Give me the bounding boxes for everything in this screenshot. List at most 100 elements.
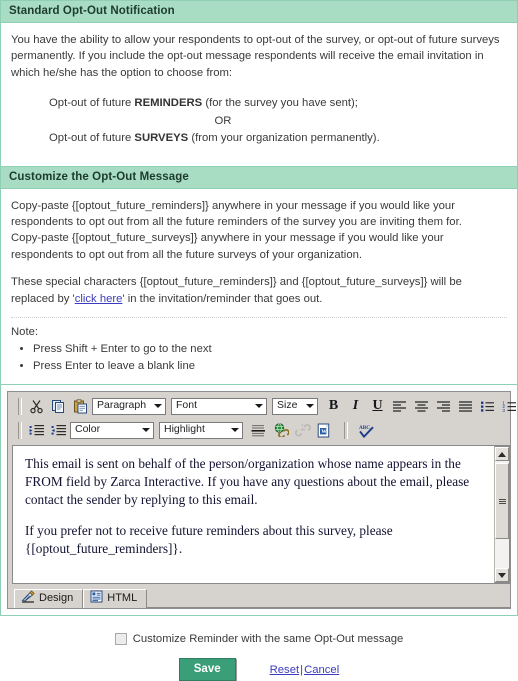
note-item: Press Enter to leave a blank line	[33, 358, 507, 374]
standard-optout-paragraph: You have the ability to allow your respo…	[11, 34, 500, 79]
option1-prefix: Opt-out of future	[49, 97, 135, 110]
bullet-list-icon[interactable]	[477, 396, 498, 416]
optout-or-divider: OR	[214, 114, 232, 127]
size-value: Size	[277, 399, 298, 412]
size-select[interactable]: Size	[272, 397, 318, 415]
chevron-down-icon	[306, 404, 314, 408]
tab-html-label: HTML	[107, 592, 138, 605]
tab-design-label: Design	[39, 592, 74, 605]
note-divider	[11, 316, 507, 318]
font-select[interactable]: Font	[171, 397, 267, 415]
copy-icon[interactable]	[48, 396, 69, 416]
font-value: Font	[176, 399, 198, 412]
editor-vertical-scrollbar[interactable]	[494, 446, 510, 583]
editor-panel-body: Paragraph Font Size B I U 1 2 3 Color Hi…	[1, 385, 517, 615]
note-item: Press Shift + Enter to go to the next	[33, 341, 507, 357]
optout-option-surveys: Opt-out of future SURVEYS (from your org…	[49, 130, 507, 148]
align-center-icon[interactable]	[411, 396, 432, 416]
standard-optout-header: Standard Opt-Out Notification	[1, 1, 517, 23]
editor-content-area[interactable]: This email is sent on behalf of the pers…	[12, 445, 510, 584]
toolbar-row-2: Color Highlight W ABC	[10, 419, 508, 441]
tab-design[interactable]: Design	[14, 589, 84, 609]
tab-html[interactable]: HTML	[83, 589, 148, 609]
design-pencil-icon	[21, 589, 35, 609]
html-document-icon	[90, 590, 103, 609]
option1-strong: REMINDERS	[134, 97, 203, 110]
editor-blank-line	[25, 509, 484, 522]
secondary-actions: Reset|Cancel	[270, 664, 340, 676]
spellcheck-icon[interactable]: ABC	[356, 420, 377, 440]
standard-optout-panel: Standard Opt-Out Notification You have t…	[0, 0, 518, 166]
scroll-track[interactable]	[495, 461, 509, 568]
cancel-link[interactable]: Cancel	[304, 664, 339, 676]
toolbar-separator	[18, 397, 22, 415]
customize-reminder-checkbox[interactable]	[114, 633, 127, 645]
paste-icon[interactable]	[70, 396, 91, 416]
indent-icon[interactable]	[26, 420, 47, 440]
editor-paragraph-2: If you prefer not to receive future remi…	[25, 522, 393, 556]
customize-optout-header: Customize the Opt-Out Message	[1, 166, 517, 189]
editor-mode-tabs: Design HTML	[8, 584, 510, 608]
highlight-color-select[interactable]: Highlight	[159, 421, 243, 439]
chevron-down-icon	[231, 428, 239, 432]
action-buttons-row: Save Reset|Cancel	[0, 658, 518, 681]
option2-prefix: Opt-out of future	[49, 132, 135, 145]
text-color-value: Color	[75, 423, 101, 436]
customize-optout-body: Copy-paste {[optout_future_reminders]} a…	[1, 189, 517, 384]
svg-text:W: W	[321, 429, 327, 435]
align-right-icon[interactable]	[433, 396, 454, 416]
paragraph-style-select[interactable]: Paragraph	[92, 397, 166, 415]
optout-option-reminders: Opt-out of future REMINDERS (for the sur…	[49, 95, 507, 113]
editor-paragraph-1: This email is sent on behalf of the pers…	[25, 456, 470, 507]
customize-reminder-row[interactable]: Customize Reminder with the same Opt-Out…	[0, 633, 518, 645]
tab-bar-filler	[147, 588, 510, 608]
customize-paragraph-2: Copy-paste {[optout_future_surveys]} any…	[11, 232, 444, 261]
customize-reminder-label: Customize Reminder with the same Opt-Out…	[132, 633, 404, 645]
click-here-link[interactable]: click here	[75, 293, 123, 305]
save-button[interactable]: Save	[178, 658, 236, 681]
svg-text:ABC: ABC	[359, 425, 370, 431]
option2-suffix: (from your organization permanently).	[188, 132, 380, 145]
editor-toolbar: Paragraph Font Size B I U 1 2 3 Color Hi…	[8, 392, 516, 443]
customize-optout-panel: Customize the Opt-Out Message Copy-paste…	[0, 165, 518, 384]
remove-link-icon[interactable]	[292, 420, 313, 440]
form-footer: Customize Reminder with the same Opt-Out…	[0, 616, 518, 681]
numbered-list-icon[interactable]: 123	[499, 396, 518, 416]
customize-paragraph-3: These special characters {[optout_future…	[11, 274, 507, 307]
scroll-down-arrow-icon[interactable]	[495, 568, 509, 582]
reset-link[interactable]: Reset	[270, 664, 300, 676]
scroll-thumb[interactable]	[495, 463, 509, 539]
svg-text:3: 3	[502, 407, 505, 412]
toolbar-separator	[344, 421, 348, 439]
toolbar-row-1: Paragraph Font Size B I U 1 2 3	[10, 395, 516, 417]
outdent-icon[interactable]	[48, 420, 69, 440]
option2-strong: SURVEYS	[134, 132, 189, 145]
chevron-down-icon	[142, 428, 150, 432]
align-left-icon[interactable]	[389, 396, 410, 416]
underline-button[interactable]: U	[367, 396, 388, 416]
insert-link-icon[interactable]	[270, 420, 291, 440]
option1-suffix: (for the survey you have sent);	[202, 97, 358, 110]
chevron-down-icon	[154, 404, 162, 408]
paragraph-style-value: Paragraph	[97, 399, 147, 412]
cut-icon[interactable]	[26, 396, 47, 416]
scroll-grip-icon	[498, 498, 506, 505]
text-color-select[interactable]: Color	[70, 421, 154, 439]
note-list: Press Shift + Enter to go to the next Pr…	[11, 341, 507, 374]
standard-optout-body: You have the ability to allow your respo…	[1, 23, 517, 166]
scroll-up-arrow-icon[interactable]	[495, 447, 509, 461]
chevron-down-icon	[255, 404, 263, 408]
rich-text-editor: Paragraph Font Size B I U 1 2 3 Color Hi…	[7, 391, 516, 609]
horizontal-rule-icon[interactable]	[248, 420, 269, 440]
editor-content-text[interactable]: This email is sent on behalf of the pers…	[13, 446, 494, 583]
invitation-reminder-text: in the invitation/reminder that goes out…	[124, 292, 323, 305]
customize-paragraph-1: Copy-paste {[optout_future_reminders]} a…	[11, 199, 462, 228]
note-label: Note:	[11, 325, 39, 338]
paste-from-word-icon[interactable]: W	[314, 420, 335, 440]
bold-button[interactable]: B	[323, 396, 344, 416]
align-justify-icon[interactable]	[455, 396, 476, 416]
highlight-color-value: Highlight	[164, 423, 205, 436]
italic-button[interactable]: I	[345, 396, 366, 416]
editor-panel: Paragraph Font Size B I U 1 2 3 Color Hi…	[0, 384, 518, 616]
